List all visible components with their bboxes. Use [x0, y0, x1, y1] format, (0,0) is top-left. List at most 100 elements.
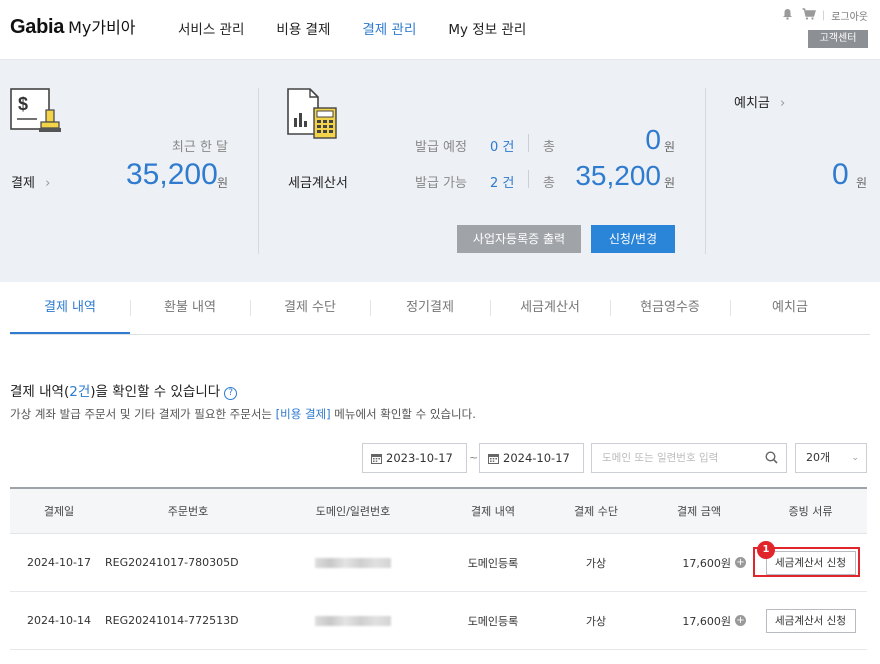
cell-order-no[interactable]: REG20241017-780305D: [105, 534, 271, 591]
cell-domain-blurred: [268, 534, 438, 591]
print-business-registration-button[interactable]: 사업자등록증 출력: [457, 225, 581, 253]
cell-item: 도메인등록: [467, 556, 519, 570]
nav-my-info[interactable]: My 정보 관리: [448, 18, 526, 38]
cell-order-no[interactable]: REG20241014-772513D: [105, 592, 271, 649]
cell-amount: 17,600원 +: [644, 534, 746, 591]
logout-link[interactable]: 로그아웃: [831, 8, 868, 23]
search-icon[interactable]: [765, 451, 778, 467]
main-nav: 서비스 관리 비용 결제 결제 관리 My 정보 관리: [178, 18, 558, 38]
tax-invoice-title: 세금계산서: [288, 176, 348, 191]
available-label: 발급 가능: [415, 176, 467, 191]
amount-value: 17,600원: [682, 614, 731, 628]
payment-history-table: 결제일 주문번호 도메인/일련번호 결제 내역 결제 수단 결제 금액 증빙 서…: [10, 487, 867, 650]
blurred-domain: [315, 557, 391, 568]
date-range-separator: ~: [469, 451, 479, 464]
payment-link-label: 결제: [11, 176, 35, 191]
page-size-value: 20개: [806, 451, 831, 464]
payment-dollar-icon: $: [10, 88, 64, 138]
deposit-unit: 원: [856, 176, 868, 190]
deposit-amount: 0: [832, 158, 849, 191]
tab-payment-history[interactable]: 결제 내역: [10, 282, 130, 334]
cell-method: 가상: [585, 556, 607, 570]
payment-link[interactable]: 결제 ›: [11, 172, 50, 191]
page-size-select[interactable]: 20개 ⌄: [795, 443, 867, 473]
history-description: 가상 계좌 발급 주문서 및 기타 결제가 필요한 주문서는 [비용 결제] 메…: [10, 406, 476, 422]
nav-cost-payment[interactable]: 비용 결제: [276, 18, 330, 38]
cell-date: 2024-10-17: [27, 556, 91, 569]
tab-deposit[interactable]: 예치금: [730, 282, 850, 334]
end-date-picker[interactable]: 2024-10-17: [479, 443, 584, 473]
column-header: 결제 내역: [471, 505, 515, 518]
available-unit: 원: [664, 176, 676, 190]
top-header: Gabia My가비아 서비스 관리 비용 결제 결제 관리 My 정보 관리 |…: [0, 0, 880, 60]
payment-unit: 원: [217, 176, 229, 190]
table-row: 2024-10-14 REG20241014-772513D 도메인등록 가상 …: [10, 592, 867, 650]
column-header: 결제 금액: [677, 505, 721, 518]
column-header: 결제 수단: [574, 505, 618, 518]
total-label: 총: [543, 140, 555, 155]
cost-payment-link[interactable]: [비용 결제]: [276, 407, 331, 421]
scheduled-count: 0 건: [490, 140, 515, 155]
end-date-value: 2024-10-17: [503, 451, 570, 465]
tab-payment-method[interactable]: 결제 수단: [250, 282, 370, 334]
payment-tabs: 결제 내역 환불 내역 결제 수단 정기결제 세금계산서 현금영수증 예치금: [10, 282, 870, 335]
cell-domain-blurred: [268, 592, 438, 649]
help-icon[interactable]: ?: [224, 387, 238, 400]
plus-circle-icon[interactable]: +: [735, 615, 746, 626]
total-label: 총: [543, 176, 555, 191]
available-count: 2 건: [490, 176, 515, 191]
available-amount: 35,200: [575, 160, 661, 191]
deposit-link-label: 예치금: [734, 96, 770, 111]
start-date-picker[interactable]: 2023-10-17: [362, 443, 467, 473]
title-suffix: )을 확인할 수 있습니다: [90, 384, 221, 400]
search-input[interactable]: [592, 444, 752, 472]
row-divider: [528, 170, 529, 188]
util-divider: |: [821, 10, 826, 21]
apply-change-button[interactable]: 신청/변경: [591, 225, 675, 253]
scheduled-unit: 원: [664, 140, 676, 154]
logo-sub: My가비아: [68, 18, 136, 37]
start-date-value: 2023-10-17: [386, 451, 453, 465]
payment-period-label: 최근 한 달: [171, 140, 228, 155]
svg-text:$: $: [18, 94, 28, 114]
logo-brand: Gabia: [10, 16, 65, 38]
title-prefix: 결제 내역(: [10, 384, 70, 400]
tab-recurring-payment[interactable]: 정기결제: [370, 282, 490, 334]
deposit-link[interactable]: 예치금 ›: [734, 92, 785, 111]
column-header: 주문번호: [167, 505, 209, 518]
tax-invoice-calculator-icon: [286, 88, 340, 140]
search-box: [591, 443, 787, 473]
chevron-right-icon: ›: [780, 96, 786, 111]
chevron-right-icon: ›: [45, 176, 51, 191]
cell-document: 세금계산서 신청: [754, 592, 867, 649]
desc-prefix: 가상 계좌 발급 주문서 및 기타 결제가 필요한 주문서는: [10, 407, 276, 421]
tax-invoice-request-button[interactable]: 세금계산서 신청: [765, 608, 856, 633]
summary-divider: [705, 88, 706, 254]
gabia-logo[interactable]: Gabia My가비아: [10, 14, 136, 39]
column-header: 도메인/일련번호: [315, 505, 391, 518]
cart-icon[interactable]: [802, 8, 816, 23]
tab-cash-receipt[interactable]: 현금영수증: [610, 282, 730, 334]
step-badge: 1: [757, 541, 775, 559]
chevron-down-icon: ⌄: [851, 453, 859, 463]
column-header: 결제일: [43, 505, 75, 518]
plus-circle-icon[interactable]: +: [735, 557, 746, 568]
cell-amount: 17,600원 +: [644, 592, 746, 649]
blurred-domain: [315, 615, 391, 626]
bell-icon[interactable]: [782, 8, 793, 23]
desc-suffix: 메뉴에서 확인할 수 있습니다.: [330, 407, 476, 421]
cell-item: 도메인등록: [467, 614, 519, 628]
cell-method: 가상: [585, 614, 607, 628]
tab-tax-invoice[interactable]: 세금계산서: [490, 282, 610, 334]
nav-service-management[interactable]: 서비스 관리: [178, 18, 244, 38]
calendar-icon: [488, 446, 499, 474]
tab-refund-history[interactable]: 환불 내역: [130, 282, 250, 334]
customer-center-button[interactable]: 고객센터: [808, 30, 868, 48]
scheduled-amount: 0: [645, 124, 661, 155]
history-title: 결제 내역(2건)을 확인할 수 있습니다?: [10, 380, 238, 400]
nav-payment-management[interactable]: 결제 관리: [362, 18, 416, 38]
utility-menu: | 로그아웃: [773, 8, 868, 23]
scheduled-label: 발급 예정: [415, 140, 467, 155]
cell-date: 2024-10-14: [27, 614, 91, 627]
table-row: 2024-10-17 REG20241017-780305D 도메인등록 가상 …: [10, 534, 867, 592]
